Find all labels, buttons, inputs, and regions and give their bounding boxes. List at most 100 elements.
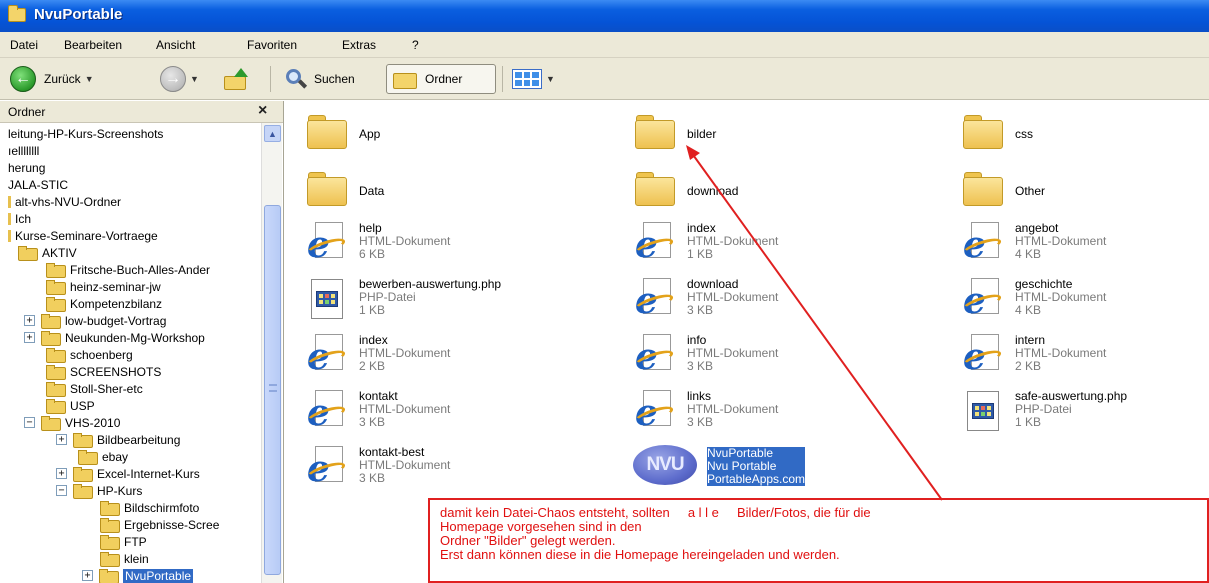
menu-extras[interactable]: Extras	[342, 38, 376, 52]
annotation-line: Homepage vorgesehen sind in den	[440, 519, 642, 534]
tree-item-label: Kurse-Seminare-Vortraege	[15, 228, 158, 243]
tree-item[interactable]: Fritsche-Buch-Alles-Ander	[46, 261, 210, 278]
tree-item[interactable]: + Bildbearbeitung	[56, 431, 180, 448]
tree-item[interactable]: leitung-HP-Kurs-Screenshots	[8, 125, 163, 142]
tree-item[interactable]: + NvuPortable	[82, 567, 194, 583]
folder-item[interactable]: bilder	[633, 107, 716, 151]
file-item[interactable]: e kontakt HTML-Dokument 3 KB	[305, 389, 450, 433]
file-item[interactable]: e links HTML-Dokument 3 KB	[633, 389, 778, 433]
tree-item[interactable]: ıellllllll	[8, 142, 39, 159]
back-arrow-icon: ←	[10, 66, 36, 92]
menu-bearbeiten[interactable]: Bearbeiten	[64, 38, 122, 52]
tree-item-label: Ich	[15, 211, 32, 226]
html-document-icon: e	[961, 221, 1005, 265]
tree-item[interactable]: schoenberg	[46, 346, 133, 363]
scrollbar-thumb[interactable]	[264, 205, 281, 575]
tree-item-label: FTP	[124, 534, 147, 549]
toolbar-separator	[502, 66, 503, 92]
views-button[interactable]: ▼	[512, 63, 555, 95]
tree-item[interactable]: + Neukunden-Mg-Workshop	[24, 329, 205, 346]
file-item[interactable]: e intern HTML-Dokument 2 KB	[961, 333, 1106, 377]
html-document-icon: e	[305, 445, 349, 489]
tree-item-label: low-budget-Vortrag	[65, 313, 167, 328]
collapse-icon[interactable]: −	[24, 417, 35, 428]
tree-item[interactable]: Ich	[8, 210, 31, 227]
folders-button[interactable]: Ordner	[386, 64, 496, 94]
collapse-icon[interactable]: −	[56, 485, 67, 496]
menu-help[interactable]: ?	[412, 38, 419, 52]
tree-item[interactable]: + low-budget-Vortrag	[24, 312, 166, 329]
file-item[interactable]: NVU NvuPortable Nvu Portable PortableApps.c…	[633, 445, 806, 486]
folder-icon	[8, 5, 26, 22]
html-document-icon: e	[633, 333, 677, 377]
item-text: download HTML-Dokument 3 KB	[687, 277, 778, 317]
file-item[interactable]: e info HTML-Dokument 3 KB	[633, 333, 778, 377]
folder-icon	[73, 433, 93, 448]
item-size: 6 KB	[359, 247, 386, 261]
menu-favoriten[interactable]: Favoriten	[247, 38, 297, 52]
title-bar[interactable]: NvuPortable	[0, 0, 1209, 32]
scroll-up-icon[interactable]: ▲	[264, 125, 281, 142]
close-icon[interactable]: ×	[258, 102, 267, 120]
tree-item[interactable]: Kurse-Seminare-Vortraege	[8, 227, 158, 244]
back-button[interactable]: ← Zurück ▼	[10, 63, 94, 95]
tree-item[interactable]: + Excel-Internet-Kurs	[56, 465, 200, 482]
expand-icon[interactable]: +	[82, 570, 93, 581]
folder-edge-icon	[8, 229, 11, 242]
folder-icon	[73, 467, 93, 482]
folder-item[interactable]: Data	[305, 164, 384, 208]
menu-ansicht[interactable]: Ansicht	[156, 38, 195, 52]
file-item[interactable]: e index HTML-Dokument 1 KB	[633, 221, 778, 265]
tree-scrollbar[interactable]: ▲	[261, 123, 282, 583]
folder-icon	[100, 535, 120, 550]
tree-item[interactable]: Ergebnisse-Scree	[100, 516, 219, 533]
annotation-line: damit kein Datei-Chaos entsteht, sollten…	[440, 505, 871, 520]
forward-button[interactable]: → ▼	[160, 63, 199, 95]
file-item[interactable]: bewerben-auswertung.php PHP-Datei 1 KB	[305, 277, 501, 321]
search-button[interactable]: Suchen	[284, 63, 355, 95]
menu-datei[interactable]: Datei	[10, 38, 38, 52]
chevron-down-icon[interactable]: ▼	[546, 74, 555, 84]
tree-item[interactable]: Bildschirmfoto	[100, 499, 199, 516]
folder-icon	[961, 164, 1005, 208]
expand-icon[interactable]: +	[24, 315, 35, 326]
tree-item[interactable]: heinz-seminar-jw	[46, 278, 161, 295]
folder-item[interactable]: App	[305, 107, 380, 151]
tree-item[interactable]: Stoll-Sher-etc	[46, 380, 143, 397]
annotation-line: Ordner "Bilder" gelegt werden.	[440, 533, 616, 548]
tree-item[interactable]: − HP-Kurs	[56, 482, 142, 499]
file-item[interactable]: e geschichte HTML-Dokument 4 KB	[961, 277, 1106, 321]
toolbar: ← Zurück ▼ → ▼ Suchen Ordner ▼	[0, 58, 1209, 100]
folder-item[interactable]: css	[961, 107, 1033, 151]
file-item[interactable]: e download HTML-Dokument 3 KB	[633, 277, 778, 321]
folder-edge-icon	[8, 212, 11, 225]
chevron-down-icon[interactable]: ▼	[190, 74, 199, 84]
tree-item[interactable]: USP	[46, 397, 95, 414]
folder-icon	[18, 246, 38, 261]
expand-icon[interactable]: +	[56, 434, 67, 445]
tree-item[interactable]: AKTIV	[18, 244, 77, 261]
item-text: Data	[359, 164, 384, 198]
file-item[interactable]: e index HTML-Dokument 2 KB	[305, 333, 450, 377]
tree-item[interactable]: SCREENSHOTS	[46, 363, 161, 380]
tree-item[interactable]: Kompetenzbilanz	[46, 295, 162, 312]
file-item[interactable]: safe-auswertung.php PHP-Datei 1 KB	[961, 389, 1127, 433]
file-item[interactable]: e kontakt-best HTML-Dokument 3 KB	[305, 445, 450, 489]
up-folder-button[interactable]	[222, 63, 248, 95]
expand-icon[interactable]: +	[24, 332, 35, 343]
tree-item[interactable]: ebay	[78, 448, 128, 465]
tree-item[interactable]: − VHS-2010	[24, 414, 120, 431]
tree-item[interactable]: alt-vhs-NVU-Ordner	[8, 193, 121, 210]
tree-item[interactable]: FTP	[100, 533, 147, 550]
expand-icon[interactable]: +	[56, 468, 67, 479]
folder-item[interactable]: Other	[961, 164, 1045, 208]
file-item[interactable]: e angebot HTML-Dokument 4 KB	[961, 221, 1106, 265]
tree-item[interactable]: JALA-STIC	[8, 176, 68, 193]
tree-item[interactable]: herung	[8, 159, 45, 176]
chevron-down-icon[interactable]: ▼	[85, 74, 94, 84]
html-document-icon: e	[961, 333, 1005, 377]
file-item[interactable]: e help HTML-Dokument 6 KB	[305, 221, 450, 265]
item-text: css	[1015, 107, 1033, 141]
folder-item[interactable]: download	[633, 164, 738, 208]
tree-item[interactable]: klein	[100, 550, 149, 567]
